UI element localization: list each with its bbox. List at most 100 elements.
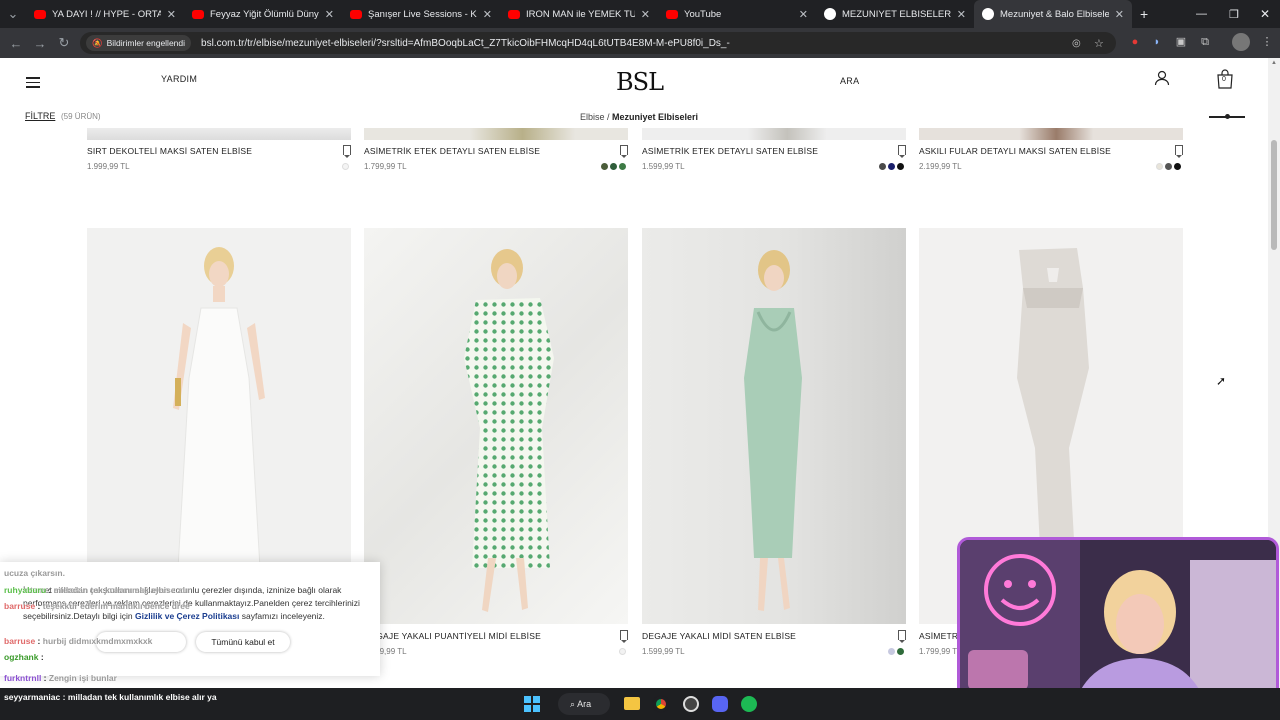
chat-message: barruse : teşekkür ederim mantıklı bence… [4, 601, 190, 611]
filter-button[interactable]: FİLTRE [25, 111, 55, 121]
bookmark-icon[interactable] [1175, 145, 1183, 158]
browser-tab[interactable]: IRON MAN ile YEMEK TURU! - YouTube ✕ [500, 0, 658, 28]
eye-off-icon[interactable]: ◎ [1072, 38, 1081, 49]
window-minimize-icon[interactable]: — [1196, 8, 1207, 20]
extensions-puzzle-icon[interactable]: ⧉ [1196, 33, 1214, 51]
color-swatch[interactable] [888, 648, 895, 655]
bookmark-icon[interactable] [898, 630, 906, 643]
color-swatch[interactable] [897, 648, 904, 655]
bookmark-icon[interactable] [343, 145, 351, 158]
back-arrow-icon[interactable]: ← [4, 36, 28, 51]
color-swatch[interactable] [888, 163, 895, 170]
forward-arrow-icon[interactable]: → [28, 36, 52, 51]
obs-icon[interactable] [683, 696, 699, 712]
chat-message: ogzhank : [4, 652, 44, 662]
new-tab-button[interactable]: + [1140, 6, 1148, 22]
profile-avatar[interactable] [1232, 33, 1250, 51]
color-swatch[interactable] [619, 648, 626, 655]
breadcrumb-parent[interactable]: Elbise / [580, 112, 610, 122]
chat-message: barruse : hurbij didmıxkmdmxmxkxk [4, 636, 152, 646]
accept-all-cookies-button[interactable]: Tümünü kabul et [196, 632, 290, 652]
filter-label: FİLTRE [25, 111, 56, 121]
bookmark-icon[interactable] [620, 630, 628, 643]
scrollbar-thumb[interactable] [1271, 140, 1277, 250]
chat-separator: : [35, 636, 43, 646]
search-link[interactable]: ARA [840, 76, 859, 86]
browser-tab[interactable]: Şanışer Live Sessions - Kafileler ✕ [342, 0, 500, 28]
bsl-icon [982, 8, 994, 20]
tab-close-icon[interactable]: ✕ [641, 8, 650, 21]
mouse-cursor-icon: ➚ [1216, 374, 1227, 388]
product-name[interactable]: DEGAJE YAKALI MİDİ SATEN ELBİSE [642, 631, 796, 641]
taskbar-search-label: Ara [577, 699, 592, 709]
notifications-blocked-chip[interactable]: 🔕 Bildirimler engellendi [86, 35, 192, 51]
window-restore-icon[interactable]: ❐ [1229, 8, 1239, 21]
chat-username: barruse [4, 601, 36, 611]
chat-separator: : [46, 585, 54, 595]
tab-close-icon[interactable]: ✕ [167, 8, 176, 21]
window-close-icon[interactable]: ✕ [1260, 7, 1270, 21]
color-swatch[interactable] [342, 163, 349, 170]
help-link[interactable]: YARDIM [161, 74, 197, 84]
bookmark-icon[interactable] [898, 145, 906, 158]
tab-close-icon[interactable]: ✕ [799, 8, 808, 21]
browser-tab-title: Şanışer Live Sessions - Kafileler [368, 8, 477, 20]
browser-tab-title: IRON MAN ile YEMEK TURU! - YouTube [526, 8, 635, 20]
extension-box-icon[interactable]: ▣ [1172, 33, 1190, 51]
browser-tab[interactable]: YA DAYI ! // HYPE - ORTAYA KARIŞIK ✕ [26, 0, 184, 28]
shopping-bag-icon[interactable]: 0 [1216, 69, 1234, 89]
bookmark-icon[interactable] [620, 145, 628, 158]
bookmark-star-icon[interactable]: ☆ [1094, 37, 1104, 50]
product-image[interactable] [919, 128, 1183, 140]
product-name[interactable]: ASKILI FULAR DETAYLI MAKSİ SATEN ELBİSE [919, 146, 1111, 156]
privacy-policy-link[interactable]: Gizlilik ve Çerez Politikası [135, 611, 239, 621]
browser-tab[interactable]: MEZUNIYET ELBISELERI - Google ✕ [816, 0, 974, 28]
extension-red-icon[interactable]: ● [1126, 33, 1144, 51]
product-image[interactable] [364, 128, 628, 140]
url-text[interactable]: bsl.com.tr/tr/elbise/mezuniyet-elbiseler… [201, 38, 730, 49]
address-bar[interactable]: 🔕 Bildirimler engellendi bsl.com.tr/tr/e… [80, 32, 1116, 54]
browser-tab[interactable]: YouTube ✕ [658, 0, 816, 28]
browser-tab[interactable]: Feyyaz Yiğit Ölümlü Dünya Sahnesi ✕ [184, 0, 342, 28]
reload-icon[interactable]: ↻ [52, 35, 76, 51]
spotify-icon[interactable] [741, 696, 757, 712]
tab-close-icon[interactable]: ✕ [483, 8, 492, 21]
product-image[interactable] [87, 128, 351, 140]
color-swatch[interactable] [1165, 163, 1172, 170]
color-swatch[interactable] [1156, 163, 1163, 170]
browser-menu-icon[interactable]: ⋮ [1258, 33, 1276, 51]
product-image[interactable] [642, 128, 906, 140]
scroll-up-icon[interactable]: ▲ [1271, 60, 1277, 66]
user-account-icon[interactable] [1154, 70, 1170, 91]
youtube-icon [350, 9, 362, 19]
color-swatch[interactable] [619, 163, 626, 170]
product-name[interactable]: ASİMETRİK ETEK DETAYLI SATEN ELBİSE [642, 146, 818, 156]
cookie-banner: İnternet sitemizin çalışmasını sağlayan … [0, 562, 380, 676]
file-explorer-icon[interactable] [624, 697, 640, 710]
bsl-logo[interactable]: BSL [616, 68, 664, 96]
color-swatch[interactable] [601, 163, 608, 170]
extension-audio-icon[interactable]: ◗ [1148, 33, 1166, 51]
product-name[interactable]: ASİMETRİK ETEK DETAYLI SATEN ELBİSE [364, 146, 540, 156]
product-image[interactable] [364, 228, 628, 624]
tab-close-icon[interactable]: ✕ [957, 8, 966, 21]
product-image[interactable] [642, 228, 906, 624]
color-swatch[interactable] [879, 163, 886, 170]
chrome-icon[interactable] [653, 696, 669, 712]
tab-close-icon[interactable]: ✕ [1115, 8, 1124, 21]
color-swatch[interactable] [897, 163, 904, 170]
color-swatch[interactable] [1174, 163, 1181, 170]
tab-search-chevron-icon[interactable]: ⌄ [0, 6, 26, 22]
taskbar-search[interactable]: ⌕ Ara [558, 693, 610, 715]
product-name[interactable]: DEGAJE YAKALI PUANTİYELİ MİDİ ELBİSE [364, 631, 541, 641]
tab-close-icon[interactable]: ✕ [325, 8, 334, 21]
product-name[interactable]: SIRT DEKOLTELİ MAKSİ SATEN ELBİSE [87, 146, 252, 156]
slider-knob[interactable] [1225, 114, 1230, 119]
youtube-icon [34, 9, 46, 19]
grid-size-slider[interactable] [1209, 114, 1245, 119]
windows-start-icon[interactable] [524, 696, 540, 712]
hamburger-menu-icon[interactable] [26, 74, 40, 91]
browser-tab[interactable]: Mezuniyet & Balo Elbiseleri - 2024 ✕ [974, 0, 1132, 28]
color-swatch[interactable] [610, 163, 617, 170]
discord-icon[interactable] [712, 696, 728, 712]
